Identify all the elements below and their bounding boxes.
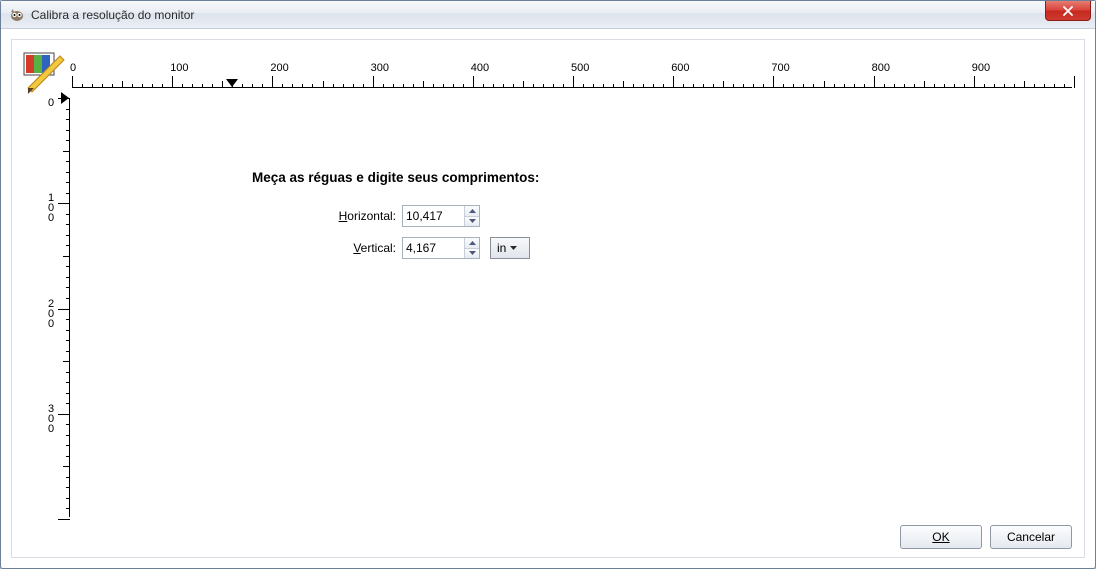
form-area: Meça as réguas e digite seus comprimento… (252, 170, 539, 267)
vruler-marker-icon[interactable] (61, 92, 71, 107)
spin-up-icon[interactable] (465, 238, 479, 248)
hruler-marker-icon[interactable] (226, 79, 238, 89)
gimp-wilber-icon (9, 7, 25, 23)
horizontal-value[interactable]: 10,417 (403, 206, 464, 226)
vertical-label: Vertical: (252, 241, 402, 255)
horizontal-spin-arrows[interactable] (464, 206, 479, 226)
client-area: 0100200300400500600700800900 0100200300 … (11, 39, 1085, 558)
form-heading: Meça as réguas e digite seus comprimento… (252, 170, 539, 185)
unit-dropdown[interactable]: in (490, 237, 530, 259)
row-horizontal: Horizontal: 10,417 (252, 203, 539, 229)
dialog-window: Calibra a resolução do monitor 010020030… (0, 0, 1096, 569)
chevron-down-icon (510, 246, 517, 250)
vertical-ruler[interactable]: 0100200300 (40, 98, 70, 517)
horizontal-spinbox[interactable]: 10,417 (402, 205, 480, 227)
button-bar: OK Cancelar (900, 525, 1072, 549)
ok-button[interactable]: OK (900, 525, 982, 549)
vertical-spin-arrows[interactable] (464, 238, 479, 258)
titlebar[interactable]: Calibra a resolução do monitor (1, 1, 1095, 29)
unit-dropdown-label: in (497, 241, 506, 255)
window-title: Calibra a resolução do monitor (31, 8, 194, 22)
spin-up-icon[interactable] (465, 206, 479, 216)
ruler-colors-icon (22, 50, 66, 94)
spin-down-icon[interactable] (465, 216, 479, 227)
spin-down-icon[interactable] (465, 248, 479, 259)
vertical-value[interactable]: 4,167 (403, 238, 464, 258)
horizontal-label: Horizontal: (252, 209, 402, 223)
horizontal-ruler[interactable]: 0100200300400500600700800900 (72, 58, 1072, 88)
cancel-button[interactable]: Cancelar (990, 525, 1072, 549)
row-vertical: Vertical: 4,167 in (252, 235, 539, 261)
vertical-spinbox[interactable]: 4,167 (402, 237, 480, 259)
close-button[interactable] (1045, 1, 1091, 21)
